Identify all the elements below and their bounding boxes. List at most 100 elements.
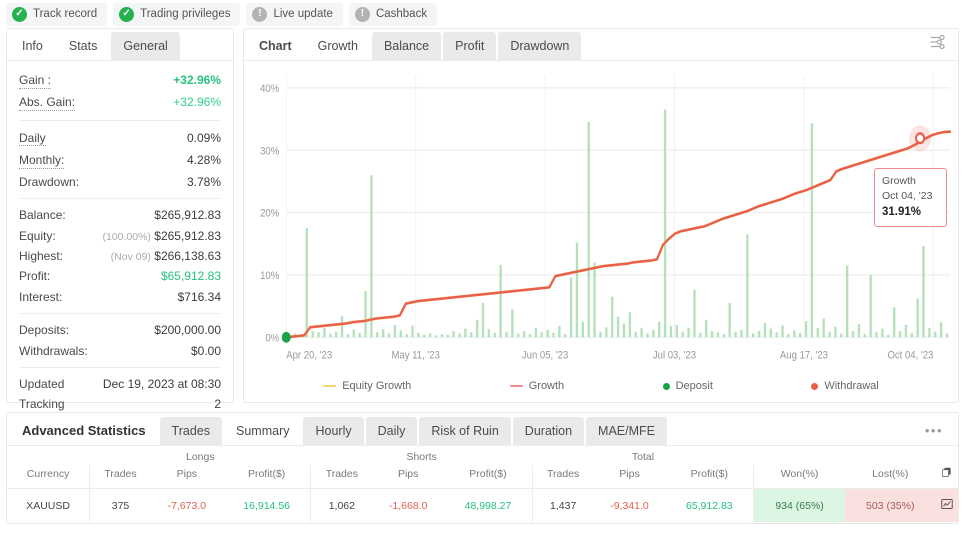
svg-text:20%: 20% — [260, 208, 279, 220]
column-header[interactable]: Pips — [151, 465, 223, 489]
column-header[interactable]: Profit($) — [665, 465, 753, 489]
copy-icon[interactable] — [936, 465, 959, 489]
table-row[interactable]: XAUUSD375-7,673.016,914.561,062-1,668.04… — [7, 489, 958, 523]
column-header[interactable]: Trades — [90, 465, 151, 489]
stat-value: +32.96% — [173, 73, 221, 87]
legend-item-withdrawal[interactable]: Withdrawal — [811, 380, 878, 392]
growth-chart[interactable]: 0%10%20%30%40% Apr 20, '23May 11, '23Jun… — [244, 61, 958, 373]
stat-value-wrap: 4.28% — [187, 153, 221, 167]
svg-text:Aug 17, '23: Aug 17, '23 — [780, 350, 828, 362]
stat-value-wrap: +32.96% — [173, 73, 221, 87]
stat-label[interactable]: Monthly: — [19, 154, 64, 169]
stat-value-wrap: 0.09% — [187, 131, 221, 145]
stat-value: $0.00 — [191, 344, 221, 358]
stat-label: Profit: — [19, 269, 50, 283]
stat-value-wrap: $65,912.83 — [161, 269, 221, 283]
chart-tabs: ChartGrowthBalanceProfitDrawdown — [244, 29, 958, 61]
stat-value: $265,912.83 — [154, 208, 221, 222]
svg-text:40%: 40% — [260, 83, 279, 95]
legend-marker — [323, 385, 336, 388]
table-column-header: CurrencyTradesPipsProfit($)TradesPipsPro… — [7, 465, 958, 489]
column-header[interactable]: Pips — [372, 465, 444, 489]
stat-value: 4.28% — [187, 153, 221, 167]
stat-label[interactable]: Daily — [19, 132, 46, 147]
group-header: Total — [532, 446, 753, 465]
stat-row: Gain : +32.96% — [19, 70, 221, 92]
legend-marker — [510, 385, 523, 388]
stat-value: 2 — [214, 397, 221, 411]
column-header[interactable]: Pips — [594, 465, 666, 489]
stat-label: Interest: — [19, 290, 62, 304]
svg-text:May 11, '23: May 11, '23 — [391, 350, 440, 362]
svg-text:30%: 30% — [260, 146, 279, 158]
stats-tab-trades[interactable]: Trades — [160, 417, 222, 445]
badge-label: Cashback — [376, 8, 427, 20]
sidebar-tab-general[interactable]: General — [111, 32, 179, 60]
stat-value-wrap: 2 — [214, 397, 221, 411]
stat-value-prefix: (Nov 09) — [111, 251, 151, 263]
chart-legend: Equity Growth Growth Deposit Withdrawal — [244, 373, 958, 402]
stat-value: +32.96% — [173, 95, 221, 109]
stat-row: Balance:$265,912.83 — [19, 205, 221, 225]
stat-label: Tracking — [19, 397, 65, 411]
stats-tab-risk-of-ruin[interactable]: Risk of Ruin — [419, 417, 510, 445]
svg-text:Apr 20, '23: Apr 20, '23 — [286, 350, 332, 362]
stat-label[interactable]: Abs. Gain: — [19, 96, 75, 111]
chart-tab-drawdown[interactable]: Drawdown — [498, 32, 581, 60]
cell-shorts-pips: -1,668.0 — [372, 489, 444, 523]
stats-tab-duration[interactable]: Duration — [513, 417, 584, 445]
column-header[interactable]: Currency — [7, 465, 90, 489]
stat-label: Updated — [19, 377, 64, 391]
divider — [19, 120, 221, 121]
status-badge-bar: ✓Track record ✓Trading privileges !Live up… — [0, 0, 965, 28]
stats-tab-summary[interactable]: Summary — [224, 417, 301, 445]
ellipsis-icon[interactable]: ••• — [925, 423, 943, 438]
chart-icon[interactable] — [936, 489, 959, 523]
svg-text:Oct 04, '23: Oct 04, '23 — [887, 350, 933, 362]
stat-label: Withdrawals: — [19, 344, 88, 358]
badge-trading-privileges[interactable]: ✓Trading privileges — [113, 3, 240, 26]
stats-tab-mae-mfe[interactable]: MAE/MFE — [586, 417, 667, 445]
group-header — [754, 446, 958, 465]
stats-tab-hourly[interactable]: Hourly — [303, 417, 363, 445]
group-header: Longs — [90, 446, 311, 465]
column-header[interactable]: Profit($) — [223, 465, 311, 489]
legend-label: Deposit — [676, 380, 713, 392]
column-header[interactable]: Trades — [532, 465, 593, 489]
legend-item-equity-growth[interactable]: Equity Growth — [323, 380, 411, 392]
cell-longs-pips: -7,673.0 — [151, 489, 223, 523]
summary-table: LongsShortsTotal CurrencyTradesPipsProfi… — [7, 446, 958, 522]
chart-panel: ChartGrowthBalanceProfitDrawdown 0%10%20… — [243, 28, 959, 403]
sidebar-tab-info[interactable]: Info — [10, 32, 55, 60]
badge-cashback[interactable]: !Cashback — [349, 3, 437, 26]
badge-track-record[interactable]: ✓Track record — [6, 3, 107, 26]
chart-tab-growth[interactable]: Growth — [306, 32, 370, 60]
advanced-statistics-panel: Advanced StatisticsTradesSummaryHourlyDa… — [6, 412, 959, 524]
stat-value: $716.34 — [178, 290, 221, 304]
svg-text:10%: 10% — [260, 270, 279, 282]
sliders-icon[interactable] — [929, 33, 947, 56]
column-header[interactable]: Lost(%) — [845, 465, 935, 489]
stat-label[interactable]: Gain : — [19, 74, 51, 89]
stats-tab-daily[interactable]: Daily — [366, 417, 418, 445]
sidebar-tab-stats[interactable]: Stats — [57, 32, 110, 60]
stat-label: Deposits: — [19, 323, 69, 337]
chart-tab-profit[interactable]: Profit — [443, 32, 496, 60]
stat-value: $266,138.63 — [154, 249, 221, 263]
chart-tab-balance[interactable]: Balance — [372, 32, 441, 60]
cell-lost: 503 (35%) — [845, 489, 935, 523]
stat-value-wrap: (Nov 09) $266,138.63 — [111, 249, 221, 263]
column-header[interactable]: Trades — [311, 465, 372, 489]
column-header[interactable]: Profit($) — [444, 465, 532, 489]
stat-row: Drawdown:3.78% — [19, 172, 221, 192]
column-header[interactable]: Won(%) — [754, 465, 845, 489]
cell-total-pips: -9,341.0 — [594, 489, 666, 523]
stats-tab-advanced-statistics[interactable]: Advanced Statistics — [10, 416, 158, 445]
chart-tab-chart[interactable]: Chart — [247, 32, 304, 60]
legend-item-deposit[interactable]: Deposit — [663, 380, 713, 392]
badge-live-update[interactable]: !Live update — [246, 3, 342, 26]
legend-item-growth[interactable]: Growth — [510, 380, 564, 392]
legend-marker — [663, 383, 670, 390]
chart-markers — [282, 125, 931, 343]
stat-value-wrap: +32.96% — [173, 95, 221, 109]
